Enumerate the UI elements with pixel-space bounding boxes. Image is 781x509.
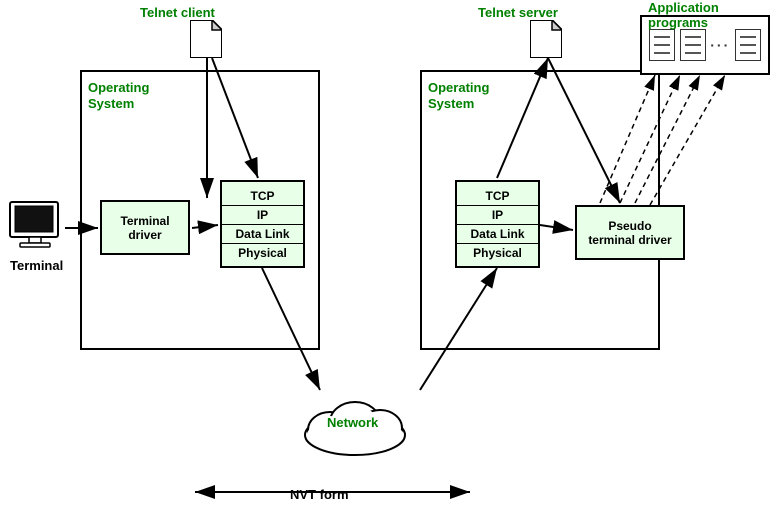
telnet-client-label: Telnet client — [140, 5, 215, 20]
telnet-server-icon — [530, 20, 562, 63]
terminal-label: Terminal — [10, 258, 63, 273]
diagram: Terminal Operating System Terminaldriver… — [0, 0, 781, 509]
app-icon-1 — [649, 29, 675, 61]
terminal-driver-box: Terminaldriver — [100, 200, 190, 255]
nvt-form-label: NVT form — [290, 487, 349, 502]
terminal-computer-icon — [5, 200, 65, 260]
telnet-server-label: Telnet server — [478, 5, 558, 20]
server-stack-box: TCP IP Data Link Physical — [455, 180, 540, 268]
client-os-label: Operating System — [88, 80, 149, 111]
pseudo-terminal-driver-box: Pseudoterminal driver — [575, 205, 685, 260]
application-programs-label: Applicationprograms — [648, 0, 719, 30]
app-icon-dots: ··· — [710, 37, 730, 53]
app-icon-2 — [680, 29, 706, 61]
network-label: Network — [327, 415, 378, 430]
telnet-client-icon — [190, 20, 222, 63]
server-os-label: Operating System — [428, 80, 489, 111]
app-icon-3 — [735, 29, 761, 61]
client-stack-box: TCP IP Data Link Physical — [220, 180, 305, 268]
